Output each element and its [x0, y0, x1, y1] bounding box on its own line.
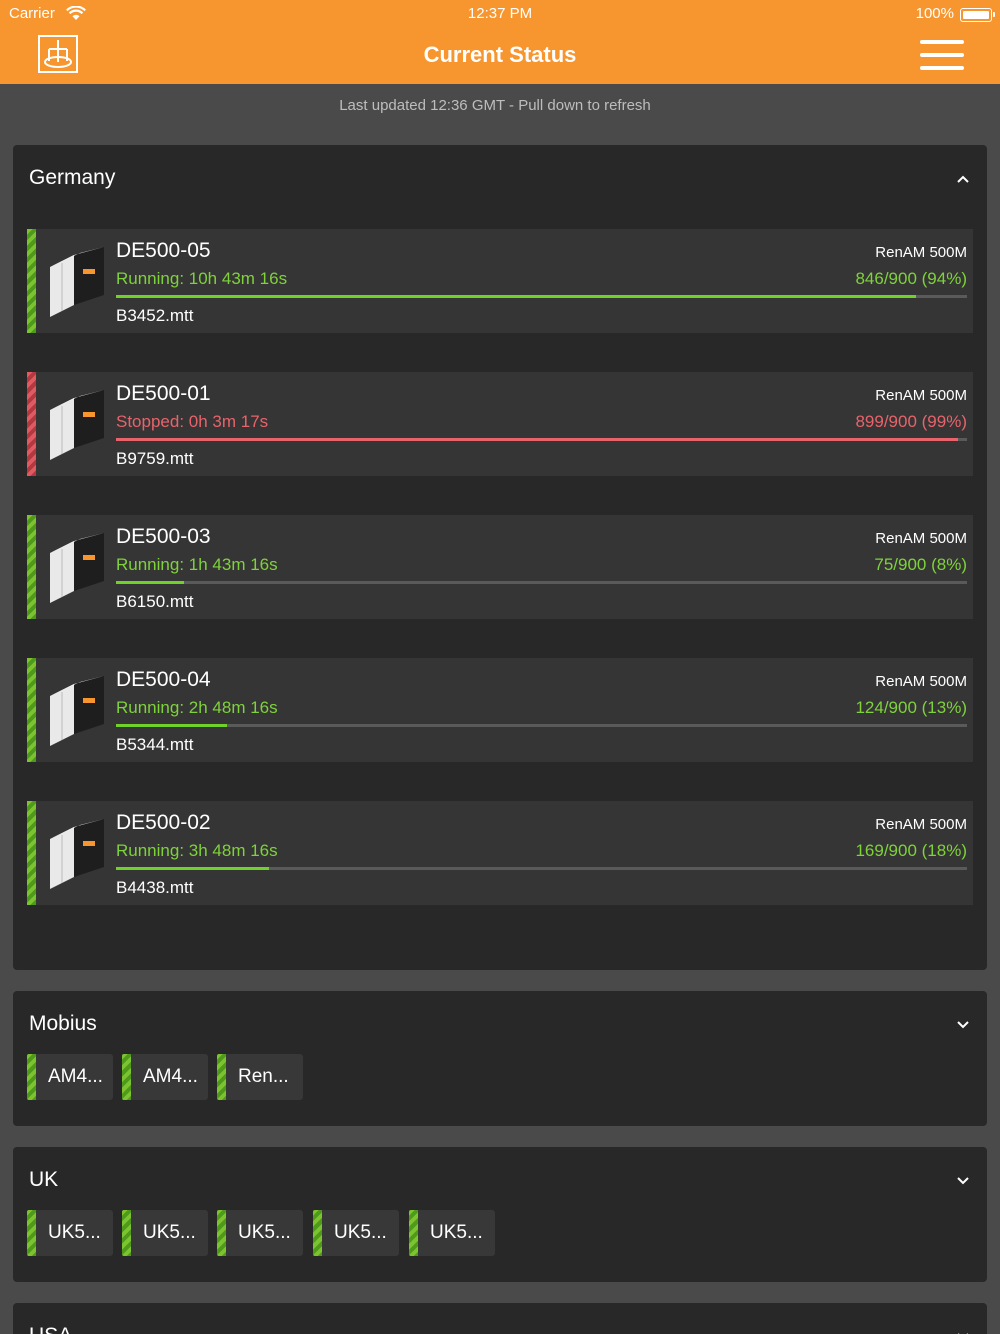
machine-chip[interactable]: AM4...	[122, 1054, 208, 1100]
printer-machine-icon	[50, 247, 104, 317]
status-strip	[27, 658, 36, 762]
section-title[interactable]: USA	[29, 1324, 72, 1334]
section-usa: USA	[13, 1303, 987, 1334]
progress-bar	[116, 438, 967, 441]
section-uk: UK UK5... UK5... UK5... UK5... UK5...	[13, 1147, 987, 1282]
progress-fill	[116, 867, 270, 870]
printer-machine-icon	[50, 676, 104, 746]
machine-status: Running: 1h 43m 16s	[116, 555, 278, 574]
machine-status: Running: 2h 48m 16s	[116, 698, 278, 717]
machine-chip[interactable]: UK5...	[122, 1210, 208, 1256]
machine-chip[interactable]: AM4...	[27, 1054, 113, 1100]
progress-fill	[116, 438, 959, 441]
machine-model: RenAM 500M	[875, 387, 967, 404]
progress-bar	[116, 724, 967, 727]
machine-chip[interactable]: Ren...	[217, 1054, 303, 1100]
printer-machine-icon	[50, 390, 104, 460]
status-strip	[27, 372, 36, 476]
status-strip	[122, 1210, 131, 1256]
machine-file: B6150.mtt	[116, 592, 194, 611]
status-strip	[217, 1054, 226, 1100]
machine-card[interactable]: DE500-01 RenAM 500M Stopped: 0h 3m 17s 8…	[27, 372, 973, 476]
machine-file: B9759.mtt	[116, 449, 194, 468]
machine-model: RenAM 500M	[875, 530, 967, 547]
machine-card[interactable]: DE500-03 RenAM 500M Running: 1h 43m 16s …	[27, 515, 973, 619]
status-strip	[122, 1054, 131, 1100]
status-strip	[409, 1210, 418, 1256]
chip-label: AM4...	[143, 1066, 198, 1087]
chip-label: UK5...	[334, 1222, 387, 1243]
section-title[interactable]: Mobius	[29, 1012, 97, 1036]
machine-name: DE500-04	[116, 668, 211, 691]
chip-label: UK5...	[48, 1222, 101, 1243]
status-strip	[27, 229, 36, 333]
machine-file: B3452.mtt	[116, 306, 194, 325]
progress-fill	[116, 581, 185, 584]
machine-file: B5344.mtt	[116, 735, 194, 754]
machine-file: B4438.mtt	[116, 878, 194, 897]
machine-progress-text: 124/900 (13%)	[855, 698, 967, 717]
machine-chip[interactable]: UK5...	[217, 1210, 303, 1256]
chip-label: Ren...	[238, 1066, 289, 1087]
status-strip	[217, 1210, 226, 1256]
machine-chip[interactable]: UK5...	[313, 1210, 399, 1256]
machine-progress-text: 846/900 (94%)	[855, 269, 967, 288]
app-header: Carrier 12:37 PM 100% Current Status	[0, 0, 1000, 84]
machine-progress-text: 169/900 (18%)	[855, 841, 967, 860]
machine-model: RenAM 500M	[875, 673, 967, 690]
chevron-down-icon[interactable]	[955, 1173, 971, 1189]
battery-icon	[960, 8, 995, 22]
status-strip	[27, 515, 36, 619]
clock: 12:37 PM	[467, 5, 533, 22]
last-updated-text: Last updated 12:36 GMT - Pull down to re…	[339, 97, 651, 114]
machine-status: Running: 3h 48m 16s	[116, 841, 278, 860]
chevron-down-icon[interactable]	[955, 1017, 971, 1033]
machine-model: RenAM 500M	[875, 816, 967, 833]
status-strip	[313, 1210, 322, 1256]
page-title: Current Status	[423, 42, 577, 67]
printer-machine-icon	[50, 533, 104, 603]
chip-label: UK5...	[430, 1222, 483, 1243]
machine-chip[interactable]: UK5...	[409, 1210, 495, 1256]
machine-card[interactable]: DE500-04 RenAM 500M Running: 2h 48m 16s …	[27, 658, 973, 762]
status-strip	[27, 1054, 36, 1100]
chip-label: UK5...	[143, 1222, 196, 1243]
status-strip	[27, 1210, 36, 1256]
progress-bar	[116, 581, 967, 584]
section-germany: Germany DE500-05 RenAM 500M Running: 10h…	[13, 145, 987, 970]
section-mobius: Mobius AM4... AM4... Ren...	[13, 991, 987, 1126]
machine-card[interactable]: DE500-02 RenAM 500M Running: 3h 48m 16s …	[27, 801, 973, 905]
machine-progress-text: 899/900 (99%)	[855, 412, 967, 431]
progress-bar	[116, 867, 967, 870]
machine-status: Running: 10h 43m 16s	[116, 269, 288, 288]
hamburger-menu-icon[interactable]	[920, 40, 964, 70]
battery-percent: 100%	[915, 5, 954, 22]
status-bar: Carrier 12:37 PM 100%	[0, 0, 1000, 28]
chip-label: AM4...	[48, 1066, 103, 1087]
progress-fill	[116, 295, 916, 298]
section-title[interactable]: UK	[29, 1168, 58, 1192]
machine-name: DE500-02	[116, 811, 211, 834]
chip-label: UK5...	[238, 1222, 291, 1243]
section-title[interactable]: Germany	[29, 166, 115, 190]
chevron-down-icon[interactable]	[955, 1329, 971, 1334]
machine-model: RenAM 500M	[875, 244, 967, 261]
machine-card[interactable]: DE500-05 RenAM 500M Running: 10h 43m 16s…	[27, 229, 973, 333]
machine-progress-text: 75/900 (8%)	[874, 555, 967, 574]
machine-name: DE500-01	[116, 382, 211, 405]
progress-bar	[116, 295, 967, 298]
progress-fill	[116, 724, 227, 727]
machine-status: Stopped: 0h 3m 17s	[116, 412, 269, 431]
machine-chip[interactable]: UK5...	[27, 1210, 113, 1256]
machine-name: DE500-03	[116, 525, 211, 548]
status-strip	[27, 801, 36, 905]
machine-name: DE500-05	[116, 239, 211, 262]
printer-machine-icon	[50, 819, 104, 889]
chevron-up-icon[interactable]	[955, 171, 971, 187]
